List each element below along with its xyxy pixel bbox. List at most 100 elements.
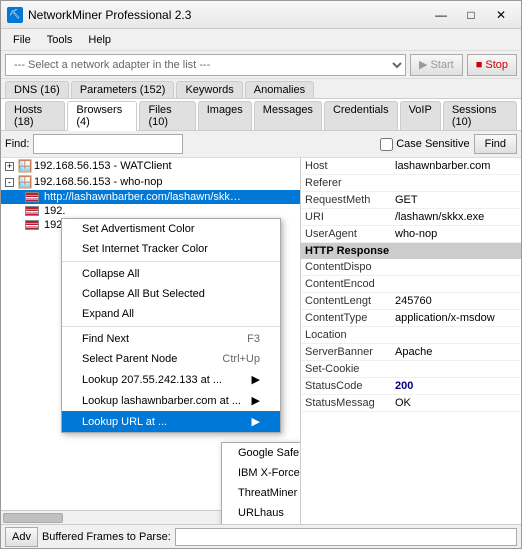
resp-key-7: StatusCode xyxy=(301,378,391,394)
menu-file[interactable]: File xyxy=(5,32,39,48)
ctx-sep-1 xyxy=(62,261,280,262)
resp-key-6: Set-Cookie xyxy=(301,361,391,377)
tree-item-1[interactable]: - 🪟 192.168.56.153 - who-nop xyxy=(1,174,300,190)
toolbar: --- Select a network adapter in the list… xyxy=(1,51,521,79)
flag-icon-3 xyxy=(25,206,39,216)
val-host: lashawnbarber.com xyxy=(391,158,494,174)
find-button[interactable]: Find xyxy=(474,134,517,154)
resp-row-3: ContentType application/x-msdow xyxy=(301,310,521,327)
sub-google[interactable]: Google Safe Browsing xyxy=(222,443,301,463)
tree-panel: + 🪟 192.168.56.153 - WATClient - 🪟 192.1… xyxy=(1,158,301,524)
tree-label-2: http://lashawnbarber.com/lashawn/skkx.ex… xyxy=(44,191,244,203)
ctx-sep-2 xyxy=(62,326,280,327)
val-method: GET xyxy=(391,192,422,208)
tree-item-2[interactable]: http://lashawnbarber.com/lashawn/skkx.ex… xyxy=(1,190,300,204)
tabs-row1: DNS (16) Parameters (152) Keywords Anoma… xyxy=(1,79,521,99)
ctx-label-7: Lookup 207.55.242.133 at ... xyxy=(82,374,222,386)
tree-container: + 🪟 192.168.56.153 - WATClient - 🪟 192.1… xyxy=(1,158,300,524)
resp-val-8: OK xyxy=(391,395,415,411)
ctx-label-2: Collapse All xyxy=(82,268,139,280)
ctx-arrow-7: ▶ xyxy=(252,373,260,386)
window-controls: — □ ✕ xyxy=(427,4,515,26)
resp-key-8: StatusMessag xyxy=(301,395,391,411)
tab-credentials[interactable]: Credentials xyxy=(324,101,398,130)
tree-item-3[interactable]: 192. xyxy=(1,204,300,218)
tab-files[interactable]: Files (10) xyxy=(139,101,195,130)
ctx-select-parent[interactable]: Select Parent Node Ctrl+Up xyxy=(62,349,280,369)
case-sensitive-checkbox[interactable] xyxy=(380,138,393,151)
ctx-label-1: Set Internet Tracker Color xyxy=(82,243,208,255)
ctx-lookup-ip[interactable]: Lookup 207.55.242.133 at ... ▶ xyxy=(62,369,280,390)
tab-anomalies[interactable]: Anomalies xyxy=(245,81,314,98)
ctx-lookup-url[interactable]: Lookup URL at ... ▶ xyxy=(62,411,280,432)
ctx-collapse-all[interactable]: Collapse All xyxy=(62,264,280,284)
tree-label-0: 192.168.56.153 - WATClient xyxy=(34,160,172,172)
detail-row-useragent: UserAgent who-nop xyxy=(301,226,521,243)
detail-scroll[interactable]: Host lashawnbarber.com Referer RequestMe… xyxy=(301,158,521,524)
val-referer xyxy=(391,175,399,191)
detail-row-referer: Referer xyxy=(301,175,521,192)
ctx-collapse-but-selected[interactable]: Collapse All But Selected xyxy=(62,284,280,304)
tree-label-3: 192. xyxy=(44,205,65,217)
expand-icon-1[interactable]: - xyxy=(5,178,14,187)
minimize-button[interactable]: — xyxy=(427,4,455,26)
resp-val-7: 200 xyxy=(391,378,417,394)
adapter-dropdown[interactable]: --- Select a network adapter in the list… xyxy=(5,54,406,76)
os-icon-1: 🪟 xyxy=(18,175,32,189)
tab-voip[interactable]: VoIP xyxy=(400,101,441,130)
ctx-find-next[interactable]: Find Next F3 xyxy=(62,329,280,349)
main-content: + 🪟 192.168.56.153 - WATClient - 🪟 192.1… xyxy=(1,158,521,524)
close-button[interactable]: ✕ xyxy=(487,4,515,26)
key-useragent: UserAgent xyxy=(301,226,391,242)
sub-ibm[interactable]: IBM X-Force Exchange xyxy=(222,463,301,483)
tab-browsers[interactable]: Browsers (4) xyxy=(67,101,137,131)
menu-bar: File Tools Help xyxy=(1,29,521,51)
sub-urlhaus[interactable]: URLhaus xyxy=(222,503,301,523)
tab-dns[interactable]: DNS (16) xyxy=(5,81,69,98)
menu-tools[interactable]: Tools xyxy=(39,32,81,48)
title-bar: ⛏ NetworkMiner Professional 2.3 — □ ✕ xyxy=(1,1,521,29)
key-referer: Referer xyxy=(301,175,391,191)
ctx-lookup-domain[interactable]: Lookup lashawnbarber.com at ... ▶ xyxy=(62,390,280,411)
resp-key-3: ContentType xyxy=(301,310,391,326)
resp-row-2: ContentLengt 245760 xyxy=(301,293,521,310)
tab-images[interactable]: Images xyxy=(198,101,252,130)
val-useragent: who-nop xyxy=(391,226,441,242)
ctx-arrow-9: ▶ xyxy=(252,415,260,428)
resp-row-0: ContentDispo xyxy=(301,259,521,276)
resp-val-1 xyxy=(391,276,399,292)
buffered-frames-label: Buffered Frames to Parse: xyxy=(42,531,171,543)
ctx-set-tracker-color[interactable]: Set Internet Tracker Color xyxy=(62,239,280,259)
maximize-button[interactable]: □ xyxy=(457,4,485,26)
stop-label: Stop xyxy=(485,59,508,71)
find-label: Find: xyxy=(5,138,29,150)
stop-button[interactable]: ■ Stop xyxy=(467,54,517,76)
buffered-frames-input[interactable] xyxy=(175,528,517,546)
detail-row-method: RequestMeth GET xyxy=(301,192,521,209)
ctx-expand-all[interactable]: Expand All xyxy=(62,304,280,324)
expand-icon-0[interactable]: + xyxy=(5,162,14,171)
tab-keywords[interactable]: Keywords xyxy=(176,81,242,98)
tab-sessions[interactable]: Sessions (10) xyxy=(443,101,517,130)
ctx-label-4: Expand All xyxy=(82,308,134,320)
tree-item-0[interactable]: + 🪟 192.168.56.153 - WATClient xyxy=(1,158,300,174)
tab-parameters[interactable]: Parameters (152) xyxy=(71,81,175,98)
resp-val-5: Apache xyxy=(391,344,436,360)
detail-row-uri: URI /lashawn/skkx.exe xyxy=(301,209,521,226)
context-menu: Set Advertisment Color Set Internet Trac… xyxy=(61,218,281,433)
hscroll-thumb[interactable] xyxy=(3,513,63,523)
key-host: Host xyxy=(301,158,391,174)
ctx-shortcut-5: F3 xyxy=(247,333,260,345)
ctx-set-ad-color[interactable]: Set Advertisment Color xyxy=(62,219,280,239)
detail-panel: Host lashawnbarber.com Referer RequestMe… xyxy=(301,158,521,524)
sub-urlquery[interactable]: UrlQuery xyxy=(222,523,301,524)
main-window: ⛏ NetworkMiner Professional 2.3 — □ ✕ Fi… xyxy=(0,0,522,549)
find-input[interactable] xyxy=(33,134,183,154)
resp-val-0 xyxy=(391,259,399,275)
tab-hosts[interactable]: Hosts (18) xyxy=(5,101,65,130)
menu-help[interactable]: Help xyxy=(80,32,119,48)
start-button[interactable]: ▶ Start xyxy=(410,54,463,76)
tab-messages[interactable]: Messages xyxy=(254,101,322,130)
adv-button[interactable]: Adv xyxy=(5,527,38,547)
sub-threatminer[interactable]: ThreatMiner xyxy=(222,483,301,503)
